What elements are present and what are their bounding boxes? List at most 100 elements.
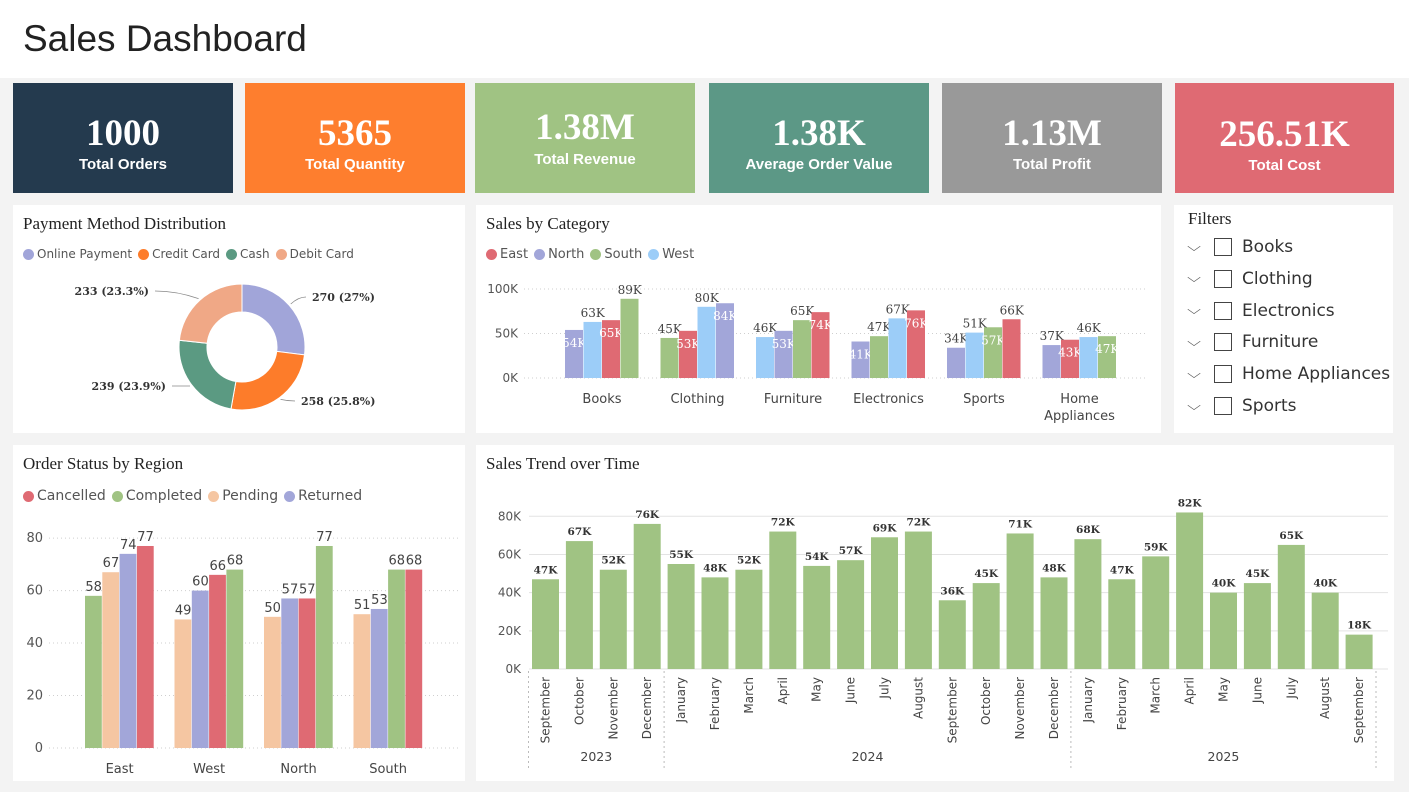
- data-label: 63K: [581, 306, 606, 320]
- x-category-label: Home: [1060, 392, 1098, 407]
- bar-january-16: [1074, 539, 1102, 669]
- bar-july-10: [871, 537, 898, 669]
- data-label: 68: [388, 554, 405, 569]
- data-label: 82K: [1178, 497, 1203, 509]
- x-month-label: July: [878, 677, 892, 700]
- data-label: 47K: [1110, 564, 1135, 576]
- x-year-label: 2023: [580, 749, 612, 764]
- x-category-label: South: [369, 762, 407, 777]
- x-month-label: June: [1250, 677, 1264, 704]
- x-category-label: Appliances: [1044, 409, 1115, 424]
- y-tick-label: 20: [26, 689, 43, 704]
- x-month-label: August: [911, 677, 925, 719]
- bar-march-6: [735, 569, 763, 669]
- filter-item-home-appliances[interactable]: ⌵ Home Appliances: [1186, 361, 1390, 387]
- chevron-down-icon[interactable]: ⌵: [1186, 271, 1203, 286]
- data-label: 67: [103, 556, 120, 571]
- x-month-label: December: [1047, 677, 1061, 739]
- chevron-down-icon[interactable]: ⌵: [1186, 303, 1203, 318]
- x-month-label: March: [1149, 677, 1163, 714]
- bar-november-14: [1006, 533, 1034, 669]
- y-tick-label: 40: [26, 636, 43, 651]
- bar-may-20: [1210, 592, 1237, 669]
- bar-march-18: [1142, 556, 1170, 669]
- y-tick-label: 60: [26, 584, 43, 599]
- checkbox[interactable]: [1214, 269, 1232, 288]
- y-tick-label: 0K: [502, 371, 519, 385]
- chevron-down-icon[interactable]: ⌵: [1186, 367, 1203, 382]
- bar-november-2: [599, 569, 627, 669]
- data-label: 71K: [1008, 518, 1033, 530]
- bar-january-4: [667, 564, 695, 669]
- chevron-down-icon[interactable]: ⌵: [1186, 335, 1203, 350]
- data-label: 77: [316, 530, 333, 545]
- category-bar-chart: 0K50K100K54K63K65K89KBooks45K53K80K84KCl…: [487, 282, 1146, 424]
- bar-june-21: [1243, 583, 1271, 669]
- data-label: 72K: [907, 517, 932, 529]
- kpi-card-average-order-value: 1.38K Average Order Value: [709, 83, 929, 193]
- bar-west-completed: [226, 569, 244, 748]
- x-category-label: Clothing: [670, 392, 724, 407]
- bar-september-24: [1345, 634, 1373, 669]
- kpi-label: Average Order Value: [745, 156, 893, 173]
- kpi-card-total-orders: 1000 Total Orders: [13, 83, 233, 193]
- data-label: 52K: [737, 555, 762, 567]
- donut-slice-cash: [178, 339, 237, 410]
- filters-title: Filters: [1188, 209, 1232, 228]
- data-label: 58: [85, 580, 102, 595]
- filter-item-sports[interactable]: ⌵ Sports: [1186, 393, 1296, 419]
- bar-october-13: [972, 583, 1000, 669]
- data-label: 69K: [873, 522, 898, 534]
- x-category-label: Electronics: [853, 392, 924, 407]
- filter-label: Furniture: [1242, 332, 1319, 353]
- x-month-label: April: [1183, 677, 1197, 704]
- data-label: 89K: [618, 283, 643, 297]
- payment-panel: Payment Method Distribution Online Payme…: [13, 205, 465, 433]
- data-label: 68K: [1076, 524, 1101, 536]
- bar-west-cancelled: [209, 574, 226, 748]
- bar-west-pending: [174, 619, 192, 748]
- data-label: 66: [209, 559, 226, 574]
- data-label: 68: [406, 554, 423, 569]
- bar-east-returned: [119, 553, 137, 748]
- bar-april-19: [1176, 512, 1204, 669]
- x-month-label: September: [945, 677, 959, 743]
- x-category-label: Furniture: [764, 392, 822, 407]
- filter-item-electronics[interactable]: ⌵ Electronics: [1186, 298, 1335, 324]
- filters-panel: Filters ⌵ Books ⌵ Clothing ⌵ Electronics ⌵ Furn…: [1174, 205, 1393, 433]
- checkbox[interactable]: [1214, 397, 1232, 415]
- y-tick-label: 60K: [498, 547, 522, 561]
- kpi-label: Total Orders: [78, 156, 168, 173]
- filter-item-furniture[interactable]: ⌵ Furniture: [1186, 329, 1319, 355]
- data-label: 76K: [904, 316, 929, 330]
- bar-august-23: [1311, 592, 1339, 669]
- checkbox[interactable]: [1214, 238, 1232, 256]
- y-tick-label: 50K: [495, 327, 519, 341]
- data-label: 57K: [839, 545, 864, 557]
- chevron-down-icon[interactable]: ⌵: [1186, 240, 1203, 255]
- donut-slice-online-payment: [241, 283, 306, 356]
- chevron-down-icon[interactable]: ⌵: [1186, 399, 1203, 414]
- filter-item-books[interactable]: ⌵ Books: [1186, 234, 1293, 260]
- slice-label: 258 (25.8%): [301, 395, 375, 408]
- data-label: 45K: [1246, 568, 1271, 580]
- data-label: 52K: [601, 555, 626, 567]
- kpi-card-total-quantity: 5365 Total Quantity: [245, 83, 465, 193]
- x-month-label: January: [674, 677, 688, 724]
- checkbox[interactable]: [1214, 365, 1232, 384]
- x-month-label: February: [1115, 677, 1129, 730]
- x-month-label: August: [1318, 677, 1332, 719]
- filter-item-clothing[interactable]: ⌵ Clothing: [1186, 266, 1313, 292]
- y-tick-label: 0: [35, 741, 43, 756]
- data-label: 40K: [1313, 578, 1338, 590]
- data-label: 55K: [669, 549, 694, 561]
- checkbox[interactable]: [1214, 301, 1232, 320]
- x-category-label: North: [280, 762, 316, 777]
- x-category-label: East: [106, 762, 134, 777]
- kpi-card-total-profit: 1.13M Total Profit: [942, 83, 1162, 193]
- data-label: 50: [264, 601, 281, 616]
- bar-sports-east: [1002, 319, 1021, 378]
- bar-south-returned: [370, 608, 388, 748]
- checkbox[interactable]: [1214, 333, 1232, 352]
- kpi-card-total-revenue: 1.38M Total Revenue: [475, 83, 695, 193]
